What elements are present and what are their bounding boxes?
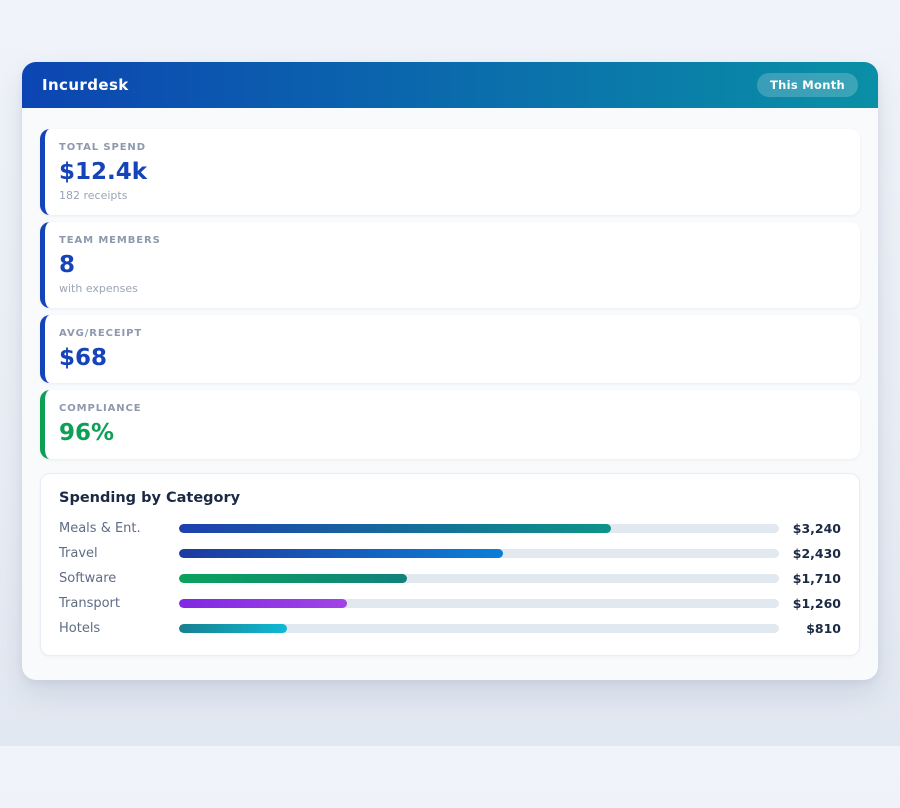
category-value: $1,710 xyxy=(779,571,841,586)
stat-card-team-members: TEAM MEMBERS 8 with expenses xyxy=(40,222,860,308)
stat-card-avg-receipt: AVG/RECEIPT $68 xyxy=(40,315,860,383)
stat-label: TOTAL SPEND xyxy=(59,142,842,153)
spending-by-category-card: Spending by Category Meals & Ent. $3,240… xyxy=(40,473,860,656)
category-row: Meals & Ent. $3,240 xyxy=(59,516,841,541)
stat-card-compliance: COMPLIANCE 96% xyxy=(40,390,860,458)
category-row: Software $1,710 xyxy=(59,566,841,591)
stat-value: 8 xyxy=(59,253,842,277)
app-container: Incurdesk This Month TOTAL SPEND $12.4k … xyxy=(22,62,878,680)
bar-fill xyxy=(179,624,287,633)
category-row: Travel $2,430 xyxy=(59,541,841,566)
category-value: $1,260 xyxy=(779,596,841,611)
bar-track xyxy=(179,549,779,558)
bar-fill xyxy=(179,574,407,583)
category-value: $3,240 xyxy=(779,521,841,536)
bar-fill xyxy=(179,549,503,558)
stat-card-total-spend: TOTAL SPEND $12.4k 182 receipts xyxy=(40,129,860,215)
bar-track xyxy=(179,524,779,533)
stat-subtext: 182 receipts xyxy=(59,189,842,202)
stat-value: 96% xyxy=(59,421,842,445)
stat-subtext: with expenses xyxy=(59,282,842,295)
category-card-title: Spending by Category xyxy=(59,490,841,506)
category-label: Meals & Ent. xyxy=(59,521,179,536)
bar-track xyxy=(179,599,779,608)
stat-label: AVG/RECEIPT xyxy=(59,328,842,339)
category-value: $810 xyxy=(779,621,841,636)
category-label: Transport xyxy=(59,596,179,611)
category-value: $2,430 xyxy=(779,546,841,561)
app-title: Incurdesk xyxy=(42,76,129,94)
bar-fill xyxy=(179,524,611,533)
bar-track xyxy=(179,624,779,633)
period-badge[interactable]: This Month xyxy=(757,73,858,97)
stat-value: $68 xyxy=(59,346,842,370)
page: { "header": { "title": "Incurdesk", "bad… xyxy=(0,62,900,808)
stat-label: TEAM MEMBERS xyxy=(59,235,842,246)
category-label: Software xyxy=(59,571,179,586)
category-label: Hotels xyxy=(59,621,179,636)
main-content: TOTAL SPEND $12.4k 182 receipts TEAM MEM… xyxy=(22,108,878,680)
stat-label: COMPLIANCE xyxy=(59,403,842,414)
bar-track xyxy=(179,574,779,583)
app-header: Incurdesk This Month xyxy=(22,62,878,108)
stat-value: $12.4k xyxy=(59,160,842,184)
category-label: Travel xyxy=(59,546,179,561)
bar-fill xyxy=(179,599,347,608)
category-row: Transport $1,260 xyxy=(59,591,841,616)
category-row: Hotels $810 xyxy=(59,616,841,641)
